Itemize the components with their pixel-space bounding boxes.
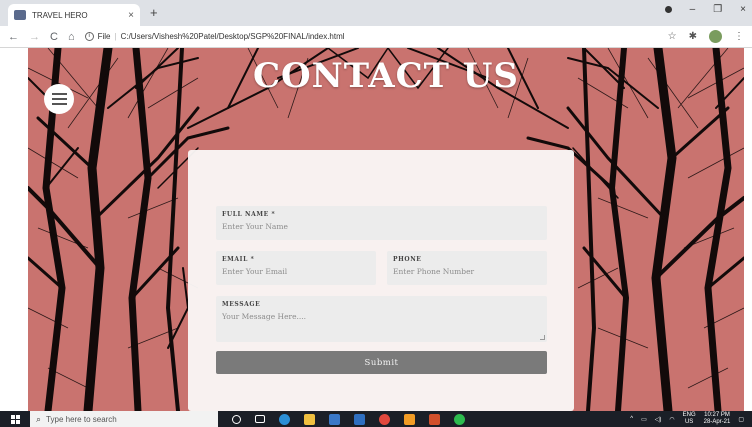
battery-icon[interactable]: ▭	[641, 416, 647, 423]
email-label: EMAIL *	[222, 256, 255, 263]
profile-avatar[interactable]	[709, 30, 722, 43]
address-url: C:/Users/Vishesh%20Patel/Desktop/SGP%20F…	[120, 32, 345, 41]
system-tray: ^ ▭ ◁) ◠ ENG US 10:27 PM 28-Apr-21 ▢	[630, 412, 752, 426]
notifications-icon[interactable]: ▢	[738, 416, 744, 423]
windows-logo-icon	[10, 414, 20, 424]
mail-icon[interactable]	[354, 413, 365, 425]
tab-title: TRAVEL HERO	[32, 10, 88, 20]
close-window-button[interactable]: ×	[740, 4, 746, 15]
network-icon[interactable]: ◠	[669, 416, 674, 423]
phone-input[interactable]	[393, 267, 541, 276]
site-favicon-icon	[14, 10, 26, 20]
hamburger-line	[51, 103, 67, 105]
taskbar-apps	[232, 413, 465, 425]
clock-time: 10:27 PM	[704, 412, 730, 418]
reload-button[interactable]: C	[50, 31, 58, 43]
hamburger-line	[51, 93, 67, 95]
new-tab-button[interactable]: +	[150, 5, 158, 20]
edge-icon[interactable]	[279, 413, 290, 425]
extension-icon[interactable]: ✱	[689, 31, 697, 42]
language-bottom: US	[684, 419, 694, 425]
whatsapp-icon[interactable]	[454, 413, 465, 425]
tab-close-icon[interactable]: ×	[128, 10, 134, 21]
maximize-button[interactable]: ❐	[713, 4, 722, 15]
resize-grip-icon[interactable]	[540, 335, 545, 340]
language-top: ENG	[682, 412, 696, 418]
taskbar-search-placeholder: Type here to search	[46, 414, 117, 424]
clock[interactable]: 10:27 PM 28-Apr-21	[704, 412, 731, 426]
window-controls: – ❐ ×	[664, 4, 746, 15]
hamburger-menu-button[interactable]	[44, 84, 74, 114]
submit-button[interactable]: Submit	[216, 351, 547, 374]
address-divider: |	[114, 32, 117, 41]
full-name-input[interactable]	[222, 222, 541, 231]
file-explorer-icon[interactable]	[304, 413, 315, 425]
message-field: MESSAGE	[216, 296, 547, 342]
start-button[interactable]	[0, 411, 30, 427]
message-textarea[interactable]	[222, 312, 541, 338]
bookmark-star-icon[interactable]: ☆	[668, 31, 677, 42]
forward-button[interactable]: →	[29, 31, 40, 43]
contact-form: FULL NAME * EMAIL * PHONE MESSAGE Submit	[188, 150, 574, 411]
windows-taskbar: ⌕ Type here to search ^ ▭ ◁) ◠ ENG US 10…	[0, 411, 752, 427]
store-icon[interactable]	[329, 413, 340, 425]
browser-tabstrip: TRAVEL HERO × + – ❐ ×	[0, 0, 752, 26]
sublime-icon[interactable]	[404, 413, 415, 425]
taskbar-search[interactable]: ⌕ Type here to search	[30, 411, 218, 427]
contact-hero: CONTACT US FULL NAME * EMAIL * PHONE MES…	[28, 48, 744, 411]
clock-date: 28-Apr-21	[703, 419, 731, 425]
browser-tab[interactable]: TRAVEL HERO ×	[8, 4, 140, 26]
record-icon[interactable]	[664, 6, 672, 13]
back-button[interactable]: ←	[8, 31, 19, 43]
home-button[interactable]: ⌂	[68, 31, 75, 43]
language-indicator[interactable]: ENG US	[683, 412, 696, 426]
address-prefix: File	[97, 32, 111, 41]
browser-right-tools: ☆ ✱ ⋮	[668, 30, 744, 43]
page-title: CONTACT US	[253, 56, 519, 96]
volume-icon[interactable]: ◁)	[655, 416, 662, 423]
browser-menu-icon[interactable]: ⋮	[734, 31, 744, 42]
search-icon: ⌕	[36, 413, 42, 424]
full-name-field: FULL NAME *	[216, 206, 547, 240]
tray-arrow-icon[interactable]: ^	[630, 416, 633, 422]
email-input[interactable]	[222, 267, 370, 276]
hamburger-line	[51, 98, 67, 100]
minimize-button[interactable]: –	[690, 4, 696, 15]
powerpoint-icon[interactable]	[429, 413, 440, 425]
message-label: MESSAGE	[222, 301, 261, 308]
info-icon[interactable]: i	[84, 32, 94, 41]
email-field: EMAIL *	[216, 251, 376, 285]
phone-label: PHONE	[393, 256, 422, 263]
chrome-icon[interactable]	[379, 413, 390, 425]
full-name-label: FULL NAME *	[222, 211, 276, 218]
browser-toolbar: ← → C ⌂ i File | C:/Users/Vishesh%20Pate…	[0, 26, 752, 48]
task-view-icon[interactable]	[255, 415, 265, 423]
cortana-icon[interactable]	[232, 414, 241, 424]
phone-field: PHONE	[387, 251, 547, 285]
address-bar[interactable]: i File | C:/Users/Vishesh%20Patel/Deskto…	[84, 29, 658, 45]
page-viewport: CONTACT US FULL NAME * EMAIL * PHONE MES…	[0, 48, 752, 411]
